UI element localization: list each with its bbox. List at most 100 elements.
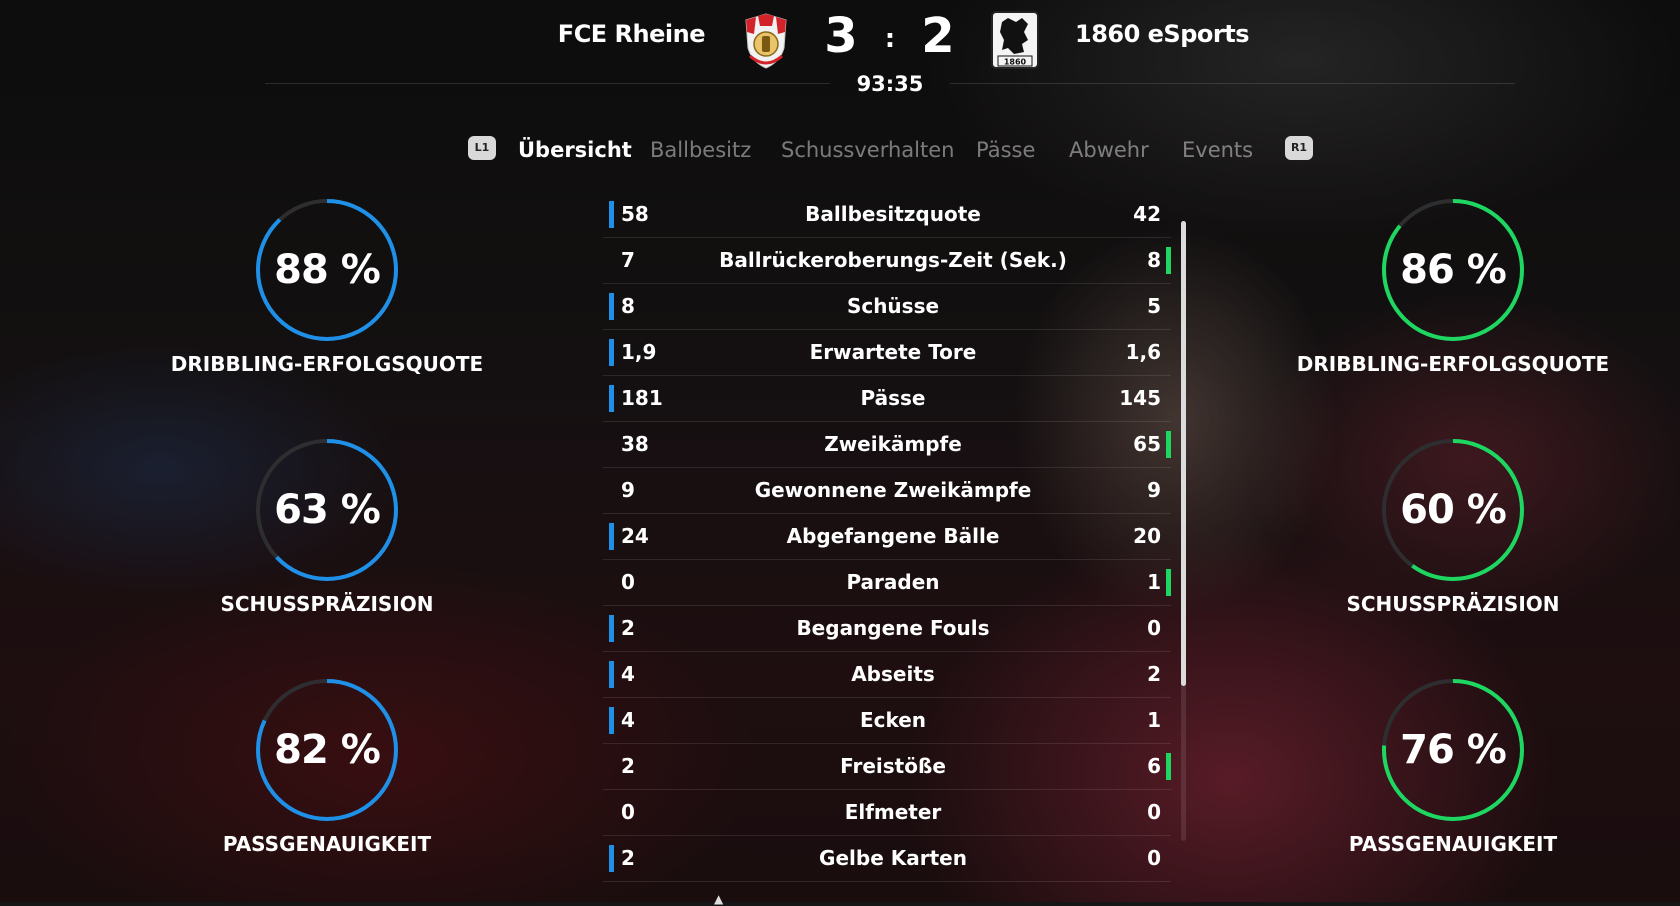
away-leader-marker (1166, 247, 1171, 274)
stat-home-value: 181 (621, 386, 663, 410)
home-team-crest-icon (745, 13, 787, 69)
stat-label: Ballbesitzquote (805, 202, 981, 226)
home-leader-marker (609, 615, 614, 642)
header-divider-left (265, 83, 830, 84)
home-leader-marker (609, 845, 614, 872)
stat-label: Abgefangene Bälle (786, 524, 1000, 548)
stat-home-value: 9 (621, 478, 635, 502)
stat-away-value: 0 (1147, 616, 1161, 640)
away-leader-marker (1166, 431, 1171, 458)
tab-schussverhalten[interactable]: Schussverhalten (781, 138, 954, 162)
home-score: 3 (824, 8, 858, 64)
home-gauge-dribbling-label: DRIBBLING-ERFOLGSQUOTE (170, 352, 484, 376)
stat-away-value: 65 (1133, 432, 1161, 456)
stat-row-freistoesse: 2 Freistöße 6 (603, 744, 1171, 790)
stat-row-ballrueckeroberungs-zeit: 7 Ballrückeroberungs-Zeit (Sek.) 8 (603, 238, 1171, 284)
home-leader-marker (609, 385, 614, 412)
away-gauge-shot-accuracy-label: SCHUSSPRÄZISION (1346, 592, 1560, 616)
scoreboard-header: FCE Rheine 3 : 2 1860 1860 eSports 93:35 (0, 0, 1680, 100)
stat-home-value: 2 (621, 846, 635, 870)
stat-row-zweikaempfe: 38 Zweikämpfe 65 (603, 422, 1171, 468)
away-gauge-dribbling: 86 % (1380, 197, 1526, 343)
score-separator: : (884, 24, 896, 54)
away-gauge-dribbling-label: DRIBBLING-ERFOLGSQUOTE (1296, 352, 1610, 376)
tab-abwehr[interactable]: Abwehr (1069, 138, 1149, 162)
stat-home-value: 0 (621, 570, 635, 594)
r1-button-hint-icon[interactable]: R1 (1285, 136, 1313, 160)
stat-away-value: 0 (1147, 800, 1161, 824)
stat-label: Pässe (860, 386, 926, 410)
stat-row-paesse: 181 Pässe 145 (603, 376, 1171, 422)
stat-home-value: 4 (621, 662, 635, 686)
stat-label: Zweikämpfe (824, 432, 962, 456)
away-gauge-shot-accuracy: 60 % (1380, 437, 1526, 583)
away-score: 2 (921, 8, 955, 64)
home-gauge-pass-accuracy: 82 % (254, 677, 400, 823)
home-leader-marker (609, 201, 614, 228)
stat-away-value: 0 (1147, 846, 1161, 870)
tab-ballbesitz[interactable]: Ballbesitz (650, 138, 751, 162)
stat-label: Ecken (859, 708, 927, 732)
home-gauge-shot-accuracy-label: SCHUSSPRÄZISION (220, 592, 434, 616)
stat-row-schuesse: 8 Schüsse 5 (603, 284, 1171, 330)
home-team-name: FCE Rheine (557, 20, 706, 48)
home-gauge-shot-accuracy-value: 63 % (274, 487, 381, 533)
home-leader-marker (609, 339, 614, 366)
stat-away-value: 1 (1147, 570, 1161, 594)
stat-label: Begangene Fouls (796, 616, 990, 640)
away-crest-year: 1860 (1004, 58, 1027, 67)
header-divider-right (950, 83, 1515, 84)
stat-away-value: 1 (1147, 708, 1161, 732)
stat-row-abgefangene-baelle: 24 Abgefangene Bälle 20 (603, 514, 1171, 560)
away-team-crest-icon: 1860 (991, 11, 1039, 69)
l1-button-hint-icon[interactable]: L1 (468, 136, 496, 160)
home-leader-marker (609, 523, 614, 550)
stat-row-erwartete-tore: 1,9 Erwartete Tore 1,6 (603, 330, 1171, 376)
stat-label: Gewonnene Zweikämpfe (754, 478, 1032, 502)
home-gauge-shot-accuracy: 63 % (254, 437, 400, 583)
stat-home-value: 38 (621, 432, 649, 456)
stat-home-value: 58 (621, 202, 649, 226)
stat-label: Schüsse (846, 294, 940, 318)
home-gauge-pass-accuracy-label: PASSGENAUIGKEIT (222, 832, 432, 856)
away-leader-marker (1166, 569, 1171, 596)
stat-row-ecken: 4 Ecken 1 (603, 698, 1171, 744)
home-leader-marker (609, 293, 614, 320)
away-gauge-shot-accuracy-value: 60 % (1400, 487, 1507, 533)
stat-away-value: 1,6 (1125, 340, 1161, 364)
home-leader-marker (609, 707, 614, 734)
stat-home-value: 2 (621, 754, 635, 778)
stat-away-value: 145 (1119, 386, 1161, 410)
stat-label: Abseits (851, 662, 935, 686)
stat-home-value: 8 (621, 294, 635, 318)
stat-home-value: 1,9 (621, 340, 657, 364)
home-leader-marker (609, 661, 614, 688)
tab-uebersicht[interactable]: Übersicht (518, 138, 632, 162)
stat-away-value: 2 (1147, 662, 1161, 686)
stat-away-value: 5 (1147, 294, 1161, 318)
away-team-name: 1860 eSports (1075, 20, 1249, 48)
stat-label: Erwartete Tore (809, 340, 977, 364)
stat-home-value: 4 (621, 708, 635, 732)
tab-events[interactable]: Events (1182, 138, 1253, 162)
away-leader-marker (1166, 753, 1171, 780)
stats-scrollbar[interactable] (1181, 221, 1186, 841)
stat-home-value: 7 (621, 248, 635, 272)
match-stats-table: 58 Ballbesitzquote 42 7 Ballrückeroberun… (603, 192, 1171, 882)
stats-tab-bar: L1 Übersicht Ballbesitz Schussverhalten … (0, 136, 1680, 172)
stat-label: Paraden (846, 570, 940, 594)
stat-home-value: 0 (621, 800, 635, 824)
home-gauge-dribbling: 88 % (254, 197, 400, 343)
scroll-more-chevron-icon: ▲ (714, 892, 724, 906)
stats-scrollbar-thumb[interactable] (1181, 221, 1186, 686)
stat-row-paraden: 0 Paraden 1 (603, 560, 1171, 606)
match-clock: 93:35 (856, 72, 924, 96)
home-gauge-pass-accuracy-value: 82 % (274, 727, 381, 773)
stat-row-gelbe-karten: 2 Gelbe Karten 0 (603, 836, 1171, 882)
stat-label: Elfmeter (844, 800, 942, 824)
stat-row-elfmeter: 0 Elfmeter 0 (603, 790, 1171, 836)
stat-row-gewonnene-zweikaempfe: 9 Gewonnene Zweikämpfe 9 (603, 468, 1171, 514)
stat-label: Freistöße (840, 754, 946, 778)
tab-paesse[interactable]: Pässe (976, 138, 1035, 162)
stat-away-value: 20 (1133, 524, 1161, 548)
